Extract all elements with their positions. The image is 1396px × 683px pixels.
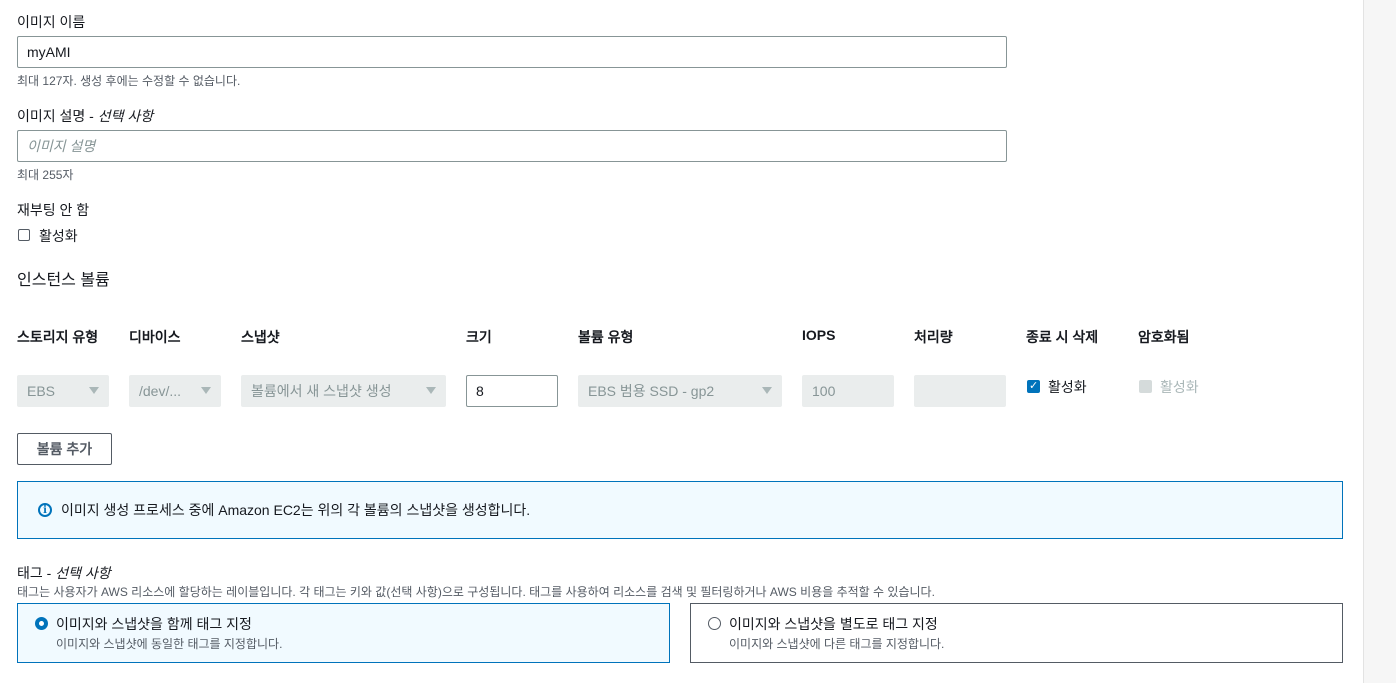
tags-label-text: 태그 -: [17, 565, 56, 581]
no-reboot-label: 재부팅 안 함: [17, 202, 90, 218]
throughput-input: [914, 375, 1006, 407]
image-description-hint: 최대 255자: [17, 168, 74, 182]
tag-together-option[interactable]: 이미지와 스냅샷을 함께 태그 지정 이미지와 스냅샷에 동일한 태그를 지정합…: [17, 603, 670, 663]
vertical-scrollbar[interactable]: [1363, 0, 1396, 683]
column-header-encrypted: 암호화됨: [1138, 329, 1190, 345]
tag-together-title: 이미지와 스냅샷을 함께 태그 지정: [56, 616, 252, 632]
caret-down-icon: [762, 387, 772, 394]
column-header-iops: IOPS: [802, 327, 836, 343]
info-alert-text: 이미지 생성 프로세스 중에 Amazon EC2는 위의 각 볼륨의 스냅샷을…: [61, 502, 531, 518]
tag-separately-radio[interactable]: [708, 617, 721, 630]
tag-separately-title: 이미지와 스냅샷을 별도로 태그 지정: [729, 616, 938, 632]
tag-together-description: 이미지와 스냅샷에 동일한 태그를 지정합니다.: [56, 637, 283, 651]
caret-down-icon: [201, 387, 211, 394]
iops-value: 100: [812, 383, 836, 399]
column-header-volume-type: 볼륨 유형: [578, 329, 634, 345]
tag-together-radio[interactable]: [35, 617, 48, 630]
storage-type-value: EBS: [27, 383, 56, 399]
snapshot-select: 볼륨에서 새 스냅샷 생성: [241, 375, 446, 407]
checkmark-icon: ✓: [1029, 380, 1039, 392]
column-header-device: 디바이스: [129, 329, 181, 345]
column-header-snapshot: 스냅샷: [241, 329, 280, 345]
device-select: /dev/...: [129, 375, 221, 407]
optional-marker: 선택 사항: [55, 565, 111, 581]
iops-input: 100: [802, 375, 894, 407]
image-name-input[interactable]: [17, 36, 1007, 68]
add-volume-button[interactable]: 볼륨 추가: [17, 433, 112, 465]
tags-label: 태그 - 선택 사항: [17, 563, 111, 583]
caret-down-icon: [89, 387, 99, 394]
tag-separately-option[interactable]: 이미지와 스냅샷을 별도로 태그 지정 이미지와 스냅샷에 다른 태그를 지정합…: [690, 603, 1343, 663]
encrypted-checkbox: [1139, 380, 1152, 393]
column-header-storage-type: 스토리지 유형: [17, 329, 99, 345]
column-header-throughput: 처리량: [914, 329, 953, 345]
instance-volumes-title: 인스턴스 볼륨: [17, 272, 110, 289]
encrypted-label: 활성화: [1160, 379, 1199, 395]
image-description-label: 이미지 설명 - 선택 사항: [17, 106, 153, 126]
delete-on-termination-label[interactable]: 활성화: [1048, 377, 1087, 397]
optional-marker: 선택 사항: [97, 108, 154, 124]
volume-type-value: EBS 범용 SSD - gp2: [588, 383, 715, 399]
image-name-hint: 최대 127자. 생성 후에는 수정할 수 없습니다.: [17, 74, 241, 88]
snapshot-value: 볼륨에서 새 스냅샷 생성: [251, 383, 392, 399]
info-icon: i: [38, 503, 52, 517]
tag-separately-description: 이미지와 스냅샷에 다른 태그를 지정합니다.: [729, 637, 945, 651]
storage-type-select: EBS: [17, 375, 109, 407]
column-header-size: 크기: [466, 329, 492, 345]
no-reboot-checkbox-label[interactable]: 활성화: [39, 226, 78, 246]
volume-size-input[interactable]: [466, 375, 558, 407]
volume-type-select: EBS 범용 SSD - gp2: [578, 375, 782, 407]
column-header-delete-on-termination: 종료 시 삭제: [1026, 329, 1099, 345]
tags-description: 태그는 사용자가 AWS 리소스에 할당하는 레이블입니다. 각 태그는 키와 …: [17, 585, 935, 599]
image-name-label: 이미지 이름: [17, 14, 86, 30]
info-alert: i 이미지 생성 프로세스 중에 Amazon EC2는 위의 각 볼륨의 스냅…: [17, 481, 1343, 539]
no-reboot-checkbox[interactable]: [18, 229, 30, 241]
delete-on-termination-checkbox[interactable]: ✓: [1027, 380, 1040, 393]
caret-down-icon: [426, 387, 436, 394]
image-description-label-text: 이미지 설명 -: [17, 108, 98, 124]
device-value: /dev/...: [139, 383, 182, 399]
image-description-input[interactable]: [17, 130, 1007, 162]
